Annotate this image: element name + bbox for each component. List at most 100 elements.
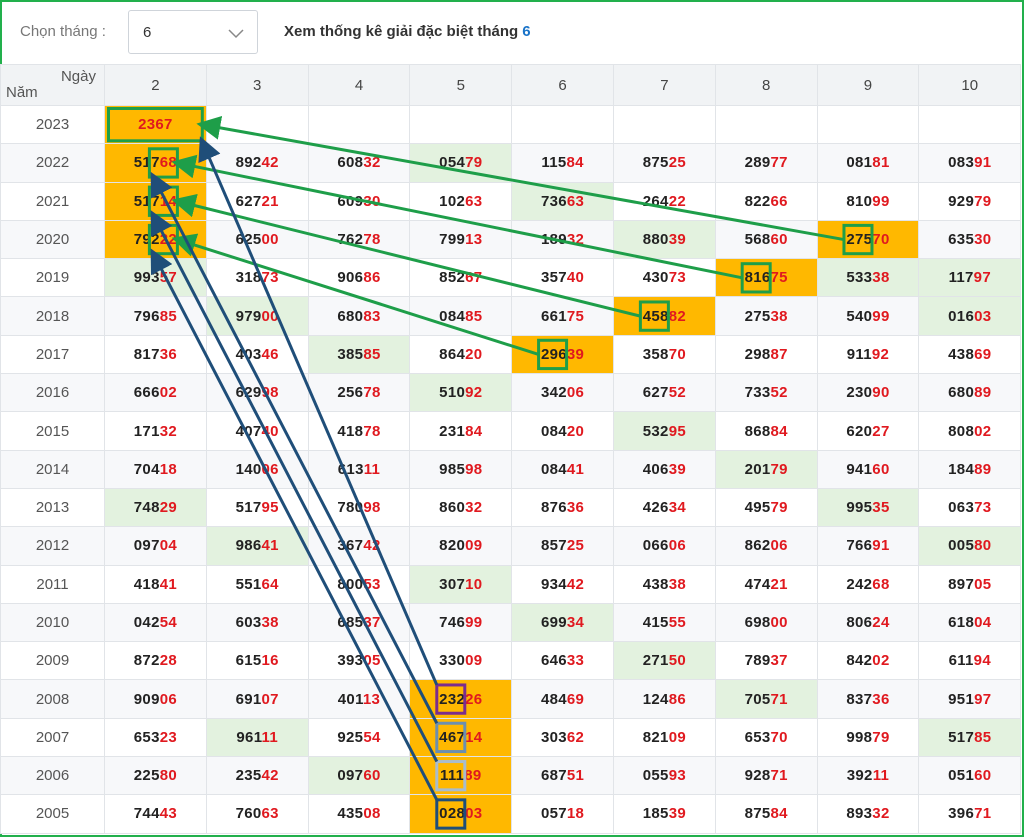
number-prefix: 613 <box>337 460 364 478</box>
number-prefix: 736 <box>540 192 567 210</box>
number-suffix: 13 <box>362 690 381 708</box>
result-cell: 31873 <box>205 258 309 298</box>
result-cell: 10263 <box>409 181 513 221</box>
number-suffix: 63 <box>566 192 585 210</box>
number-prefix: 705 <box>744 690 771 708</box>
number-prefix: 303 <box>540 728 567 746</box>
number-prefix: 231 <box>439 422 466 440</box>
result-cell: 86032 <box>409 487 513 528</box>
number-prefix: 124 <box>642 690 669 708</box>
result-cell: 55164 <box>205 564 309 604</box>
result-cell: 43838 <box>612 564 716 604</box>
number-prefix: 627 <box>642 384 669 402</box>
number-prefix: 661 <box>540 307 567 325</box>
number-suffix: 78 <box>363 422 381 440</box>
number-suffix: 03 <box>465 805 483 823</box>
number-prefix: 646 <box>540 652 567 670</box>
number-suffix: 41 <box>566 460 585 478</box>
result-cell: 48469 <box>511 679 614 719</box>
number-prefix: 806 <box>846 614 873 631</box>
number-prefix: 618 <box>948 614 975 631</box>
number-suffix: 38 <box>770 307 788 325</box>
result-cell: 11189 <box>409 756 513 796</box>
result-cell: 78937 <box>714 641 818 681</box>
day-header: 5 <box>409 64 513 106</box>
number-prefix: 760 <box>235 805 262 823</box>
number-prefix: 875 <box>642 154 669 172</box>
result-cell: 05160 <box>918 756 1022 796</box>
result-cell: 99535 <box>816 487 920 528</box>
number-prefix: 925 <box>337 728 364 746</box>
number-suffix: 79 <box>770 499 788 517</box>
result-cell: 94160 <box>816 449 920 489</box>
year-cell: 2014 <box>0 449 105 489</box>
number-prefix: 816 <box>744 269 771 287</box>
number-suffix: 81 <box>872 154 890 172</box>
result-cell: 40346 <box>205 334 309 375</box>
result-cell: 08485 <box>409 296 513 336</box>
table-row: 2011 41841 55164 80053 30710 93442 43838 47421 2… <box>0 564 1022 604</box>
number-suffix: 11 <box>872 767 890 785</box>
number-suffix: 73 <box>668 269 686 287</box>
number-prefix: 225 <box>133 767 160 785</box>
number-suffix: 92 <box>871 345 890 363</box>
result-cell: 26422 <box>612 181 716 221</box>
result-cell: 49579 <box>714 487 818 528</box>
number-prefix: 876 <box>540 499 567 517</box>
result-cell: 89705 <box>918 564 1022 604</box>
number-suffix: 23 <box>159 728 178 746</box>
number-suffix: 79 <box>974 192 992 210</box>
number-prefix: 232 <box>439 690 466 708</box>
number-suffix: 33 <box>566 652 585 670</box>
number-suffix: 10 <box>465 575 483 593</box>
result-cell: 68537 <box>307 602 411 643</box>
number-prefix: 762 <box>337 231 364 249</box>
result-cell: 81736 <box>104 334 207 375</box>
result-cell <box>918 104 1022 145</box>
result-cell: 60338 <box>205 602 309 643</box>
number-prefix: 821 <box>642 728 669 746</box>
number-prefix: 837 <box>846 690 873 708</box>
number-suffix: 60 <box>363 767 381 785</box>
result-cell: 08391 <box>918 143 1022 183</box>
number-suffix: 40 <box>566 269 585 287</box>
number-prefix: 042 <box>133 614 160 631</box>
number-prefix: 685 <box>337 614 364 631</box>
result-cell: 60930 <box>307 181 411 221</box>
number-suffix: 99 <box>465 614 483 631</box>
number-suffix: 36 <box>872 690 890 708</box>
result-cell: 96111 <box>205 717 309 758</box>
number-suffix: 79 <box>770 460 788 478</box>
number-prefix: 792 <box>133 231 160 249</box>
result-cell: 70418 <box>104 449 207 489</box>
number-prefix: 934 <box>540 575 567 593</box>
result-cell <box>714 104 818 145</box>
result-cell: 84202 <box>816 641 920 681</box>
number-suffix: 77 <box>770 154 788 172</box>
number-prefix: 744 <box>133 805 160 823</box>
number-prefix: 875 <box>744 805 771 823</box>
month-select[interactable]: 6 <box>128 10 258 54</box>
result-cell: 85267 <box>409 258 513 298</box>
number-suffix: 25 <box>668 154 686 172</box>
page-title-month: 6 <box>522 23 531 40</box>
result-cell: 89332 <box>816 794 920 834</box>
number-prefix: 897 <box>948 575 975 593</box>
number-suffix: 54 <box>159 614 178 631</box>
number-suffix: 41 <box>261 537 279 555</box>
table-row: 2008 90906 69107 40113 23226 48469 12486 70571 8… <box>0 679 1022 719</box>
number-prefix: 864 <box>439 345 466 363</box>
year-cell: 2006 <box>0 756 105 796</box>
number-prefix: 005 <box>948 537 975 555</box>
result-cell: 17132 <box>104 411 207 451</box>
number-prefix: 140 <box>235 460 262 478</box>
result-cell: 09760 <box>307 756 411 796</box>
number-prefix: 687 <box>540 767 567 785</box>
month-label: Chọn tháng : <box>20 23 106 40</box>
number-suffix: 62 <box>566 728 585 746</box>
number-suffix: 85 <box>974 728 992 746</box>
result-cell: 95197 <box>918 679 1022 719</box>
number-suffix: 32 <box>159 422 178 440</box>
number-prefix: 084 <box>540 422 567 440</box>
number-suffix: 06 <box>770 537 788 555</box>
